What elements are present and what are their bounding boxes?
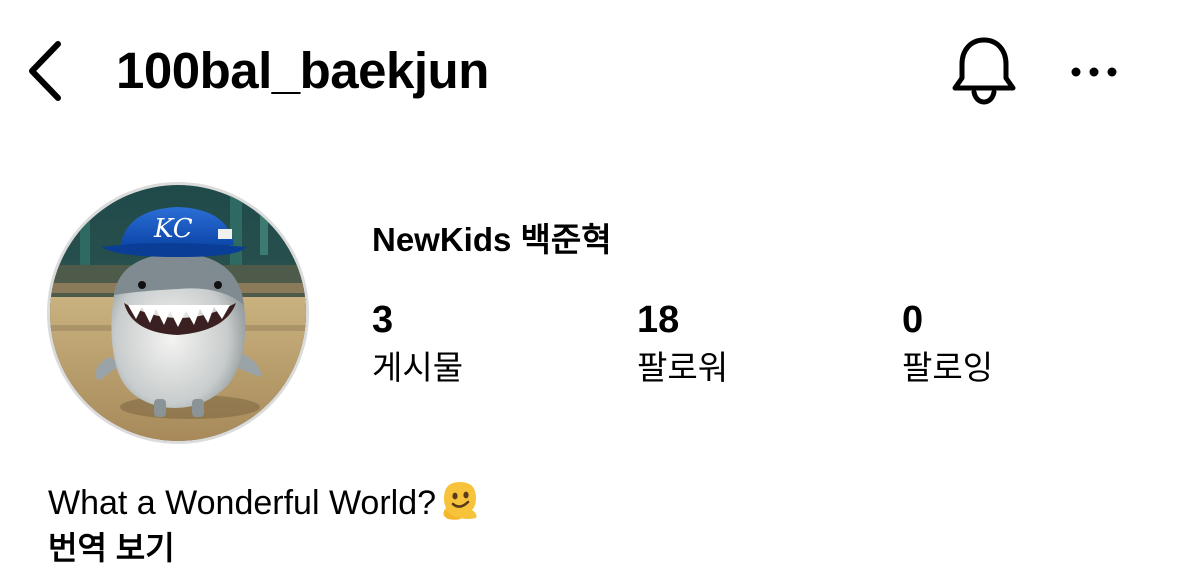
- following-stat[interactable]: 0 팔로잉: [902, 296, 993, 390]
- melting-face-emoji-icon: [438, 478, 482, 534]
- bio-text: What a Wonderful World?: [48, 484, 437, 522]
- notification-button[interactable]: [950, 34, 1018, 108]
- more-horizontal-icon: [1071, 67, 1117, 77]
- profile-avatar[interactable]: KC: [47, 182, 309, 444]
- svg-text:KC: KC: [153, 214, 193, 244]
- posts-label: 게시물: [372, 349, 464, 386]
- bell-icon: [952, 37, 1016, 105]
- see-translation-link[interactable]: 번역 보기: [48, 526, 175, 570]
- followers-count: 18: [637, 299, 680, 341]
- followers-stat[interactable]: 18 팔로워: [637, 296, 728, 390]
- shark-avatar-image: KC: [50, 185, 306, 441]
- back-button[interactable]: [22, 38, 70, 104]
- more-options-button[interactable]: [1066, 50, 1122, 94]
- posts-stat[interactable]: 3 게시물: [372, 296, 463, 390]
- posts-count: 3: [372, 299, 394, 341]
- following-count: 0: [902, 299, 924, 341]
- profile-display-name: NewKids 백준혁: [372, 221, 612, 258]
- followers-label: 팔로워: [637, 349, 729, 386]
- following-label: 팔로잉: [902, 349, 994, 386]
- header-username: 100bal_baekjun: [116, 42, 489, 99]
- profile-header: 100bal_baekjun: [0, 0, 1178, 140]
- chevron-left-icon: [29, 41, 61, 101]
